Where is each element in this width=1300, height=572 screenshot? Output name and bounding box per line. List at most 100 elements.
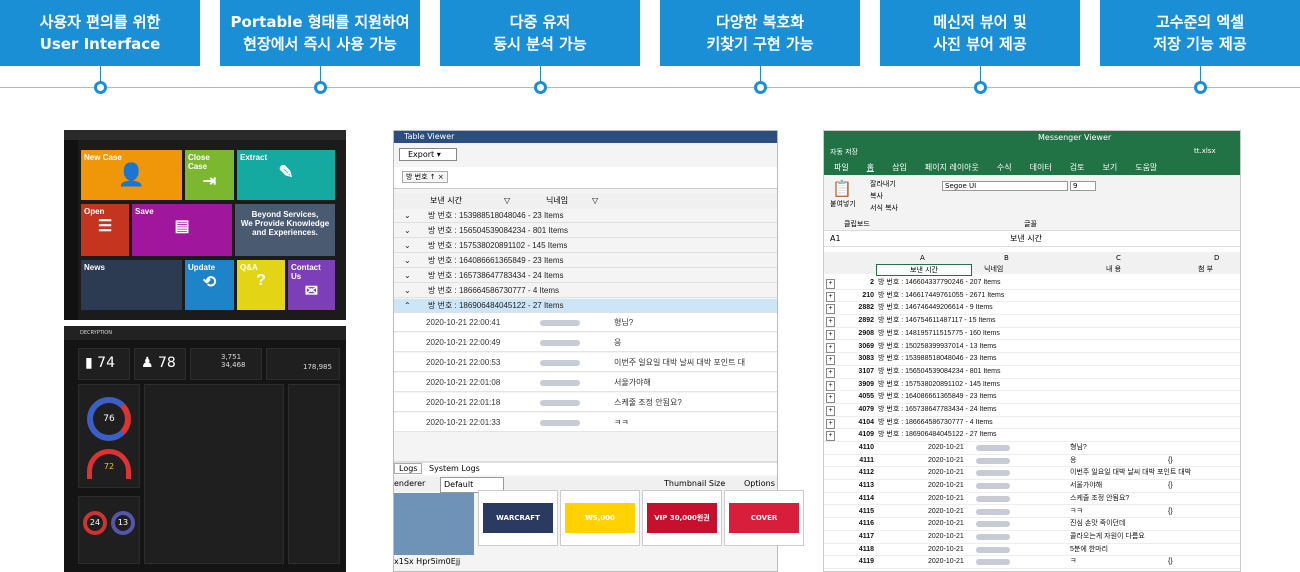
dashboard-titlebar xyxy=(64,130,346,140)
excel-group-row[interactable]: +2 방 번호 : 146604337790246 - 207 Items xyxy=(824,277,1240,290)
feature-banner: 메신저 뷰어 및 사진 뷰어 제공 xyxy=(880,0,1080,66)
excel-group-row[interactable]: +2882 방 번호 : 146746449206614 - 9 Items xyxy=(824,302,1240,316)
excel-message-row[interactable]: 4113 2020-10-21 서울가야해{} xyxy=(824,480,1240,493)
excel-message-row[interactable]: 4119 2020-10-21 ㅋ{} xyxy=(824,556,1240,569)
group-row[interactable]: ⌄ 방 번호 : 164086661365849 - 23 Items xyxy=(394,254,777,268)
ribbon-tab[interactable]: 도움말 xyxy=(1135,163,1157,172)
chart-card-1: 76 72 xyxy=(78,384,140,488)
ribbon-tab[interactable]: 파일 xyxy=(834,163,849,172)
donut-chart: 76 xyxy=(87,397,131,441)
message-row[interactable]: 2020-10-21 22:00:53 이번주 일요일 대박 날씨 대박 포인트 … xyxy=(394,353,777,372)
excel-group-row[interactable]: +4104 방 번호 : 186664586730777 - 4 Items xyxy=(824,417,1240,430)
thumbnail[interactable]: COVER xyxy=(724,490,804,546)
excel-message-row[interactable]: 4110 2020-10-21 형님? xyxy=(824,442,1240,455)
timeline-connector xyxy=(100,66,101,82)
options-button[interactable]: Options xyxy=(744,477,775,491)
stat-messages: 3,751 34,468 xyxy=(190,348,262,380)
excel-titlebar: 자동 저장 Messenger Viewer tt.xlsx xyxy=(824,131,1240,161)
feature-banner: 고수준의 엑셀 저장 기능 제공 xyxy=(1100,0,1300,66)
tile-update[interactable]: Update ⟲ xyxy=(185,260,234,310)
thumbnail[interactable]: ₩5,000 xyxy=(560,490,640,546)
excel-group-row[interactable]: +3069 방 번호 : 150258399937014 - 13 Items xyxy=(824,341,1240,354)
excel-group-row[interactable]: +4109 방 번호 : 186906484045122 - 27 Items xyxy=(824,429,1240,443)
size-select[interactable]: 9 xyxy=(1070,181,1096,191)
ribbon-tab[interactable]: 수식 xyxy=(997,163,1012,172)
ribbon-tab[interactable]: 페이지 레이아웃 xyxy=(925,163,979,172)
excel-group-row[interactable]: +2892 방 번호 : 146754611487117 - 15 Items xyxy=(824,315,1240,328)
thumbnail[interactable]: WARCRAFT xyxy=(478,490,558,546)
export-dropdown[interactable]: Export ▾ xyxy=(399,148,457,161)
ribbon-tab[interactable]: 검토 xyxy=(1070,163,1085,172)
tile-banner: Beyond Services, We Provide Knowledge and … xyxy=(235,204,335,256)
tile-extract[interactable]: Extract ✎ xyxy=(237,150,335,200)
timeline-dot xyxy=(314,81,327,94)
excel-group-row[interactable]: +3909 방 번호 : 157538020891102 - 145 Items xyxy=(824,379,1240,392)
timeline-dot xyxy=(754,81,767,94)
excel-message-row[interactable]: 4112 2020-10-21 이번주 일요일 대박 날씨 대박 포인트 대박 xyxy=(824,467,1240,481)
donut-small-2: 13 xyxy=(111,511,135,535)
thumb-size-select[interactable]: Thumbnail Size xyxy=(664,477,725,491)
decryption-screenshot: DECRYPTION ▮ 74 ♟ 78 3,751 34,468 178,985… xyxy=(64,326,346,572)
excel-message-row[interactable]: 4118 2020-10-21 5분에 한마리 xyxy=(824,544,1240,557)
tab-logs[interactable]: Logs xyxy=(394,463,423,474)
timeline-dot xyxy=(534,81,547,94)
list-card xyxy=(144,384,284,564)
formula-input[interactable]: 보낸 시간 xyxy=(1010,231,1042,247)
group-row[interactable]: ⌄ 방 번호 : 153988518048046 - 23 Items xyxy=(394,209,777,223)
group-row[interactable]: ⌃ 방 번호 : 186906484045122 - 27 Items xyxy=(394,299,777,313)
table-viewer-title: Table Viewer xyxy=(394,131,777,143)
tile-qa[interactable]: Q&A? xyxy=(237,260,285,310)
group-row[interactable]: ⌄ 방 번호 : 186664586730777 - 4 Items xyxy=(394,284,777,298)
group-row[interactable]: ⌄ 방 번호 : 156504539084234 - 801 Items xyxy=(394,224,777,238)
group-filter-chip[interactable]: 방 번호 ↑ × xyxy=(402,171,448,183)
timeline-connector xyxy=(760,66,761,82)
message-row[interactable]: 2020-10-21 22:00:41 형님? xyxy=(394,313,777,332)
timeline-dot xyxy=(1194,81,1207,94)
excel-group-row[interactable]: +4079 방 번호 : 165738647783434 - 24 Items xyxy=(824,404,1240,417)
photo-preview xyxy=(394,493,474,555)
column-headers: A B C D 보낸 시간 닉네임 내 용 첨 부 xyxy=(824,252,1240,276)
tile-contact[interactable]: Contact Us ✉ xyxy=(288,260,335,310)
group-row[interactable]: ⌄ 방 번호 : 157538020891102 - 145 Items xyxy=(394,239,777,253)
ribbon-tab[interactable]: 데이터 xyxy=(1030,163,1052,172)
font-select[interactable]: Segoe UI xyxy=(942,181,1068,191)
excel-group-row[interactable]: +3107 방 번호 : 156504539084234 - 801 Items xyxy=(824,366,1240,379)
excel-message-row[interactable]: 4117 2020-10-21 콜라오는게 자원이 다름요 xyxy=(824,531,1240,544)
message-row[interactable]: 2020-10-21 22:01:18 스케줄 조정 안됨요? xyxy=(394,393,777,412)
tile-save[interactable]: Save ▤ xyxy=(132,204,232,256)
tile-open[interactable]: Open ☰ xyxy=(81,204,129,256)
message-row[interactable]: 2020-10-21 22:00:49 응 xyxy=(394,333,777,352)
excel-message-row[interactable]: 4111 2020-10-21 응{} xyxy=(824,455,1240,468)
excel-group-row[interactable]: +4055 방 번호 : 164086661365849 - 23 Items xyxy=(824,391,1240,404)
messenger-viewer-screenshot: 자동 저장 Messenger Viewer tt.xlsx 파일 홈 삽입 페이지 … xyxy=(823,130,1241,572)
tab-system-logs[interactable]: System Logs xyxy=(425,464,484,473)
excel-group-row[interactable]: +3083 방 번호 : 153988518048046 - 23 Items xyxy=(824,353,1240,366)
feature-banner: 사용자 편의를 위한 User Interface xyxy=(0,0,200,66)
ribbon-tab[interactable]: 삽입 xyxy=(892,163,907,172)
ribbon-tab[interactable]: 보기 xyxy=(1102,163,1117,172)
tile-new-case[interactable]: New Case 👤 xyxy=(81,150,182,200)
tile-close-case[interactable]: Close Case ⇥ xyxy=(185,150,234,200)
excel-message-row[interactable]: 4115 2020-10-21 ㅋㅋ{} xyxy=(824,506,1240,519)
window-title: Messenger Viewer xyxy=(1038,133,1112,142)
thumbnail[interactable]: VIP 30,000원권 xyxy=(642,490,722,546)
log-tabs: Logs System Logs xyxy=(394,463,777,475)
ribbon: 📋 붙여넣기 잘라내기 복사 서식 복사 클립보드 Segoe UI 9 글꼴 xyxy=(824,175,1240,231)
ribbon-tab[interactable]: 홈 xyxy=(867,163,874,172)
excel-message-row[interactable]: 4114 2020-10-21 스케줄 조정 안됨요? xyxy=(824,493,1240,506)
name-box[interactable]: A1 xyxy=(830,231,841,247)
message-row[interactable]: 2020-10-21 22:01:33 ㅋㅋ xyxy=(394,413,777,432)
thumbnail-toolbar: enderer Default Thumbnail Size Options xyxy=(394,477,777,493)
excel-message-row[interactable]: 4116 2020-10-21 진심 손맛 죽이던데 xyxy=(824,518,1240,531)
gauge-chart: 72 xyxy=(87,449,131,479)
timeline-dot xyxy=(974,81,987,94)
stat-users: ♟ 78 xyxy=(134,348,186,380)
tile-news[interactable]: News xyxy=(81,260,182,310)
message-row[interactable]: 2020-10-21 22:01:08 서울가야해 xyxy=(394,373,777,392)
excel-group-row[interactable]: +210 방 번호 : 146617449761055 - 2671 Items xyxy=(824,290,1240,303)
feature-banner: 다양한 복호화 키찾기 구현 가능 xyxy=(660,0,860,66)
decryption-title: DECRYPTION xyxy=(64,326,346,340)
excel-group-row[interactable]: +2908 방 번호 : 148195711515775 - 160 Items xyxy=(824,328,1240,341)
donut-small-1: 24 xyxy=(83,511,107,535)
group-row[interactable]: ⌄ 방 번호 : 165738647783434 - 24 Items xyxy=(394,269,777,283)
